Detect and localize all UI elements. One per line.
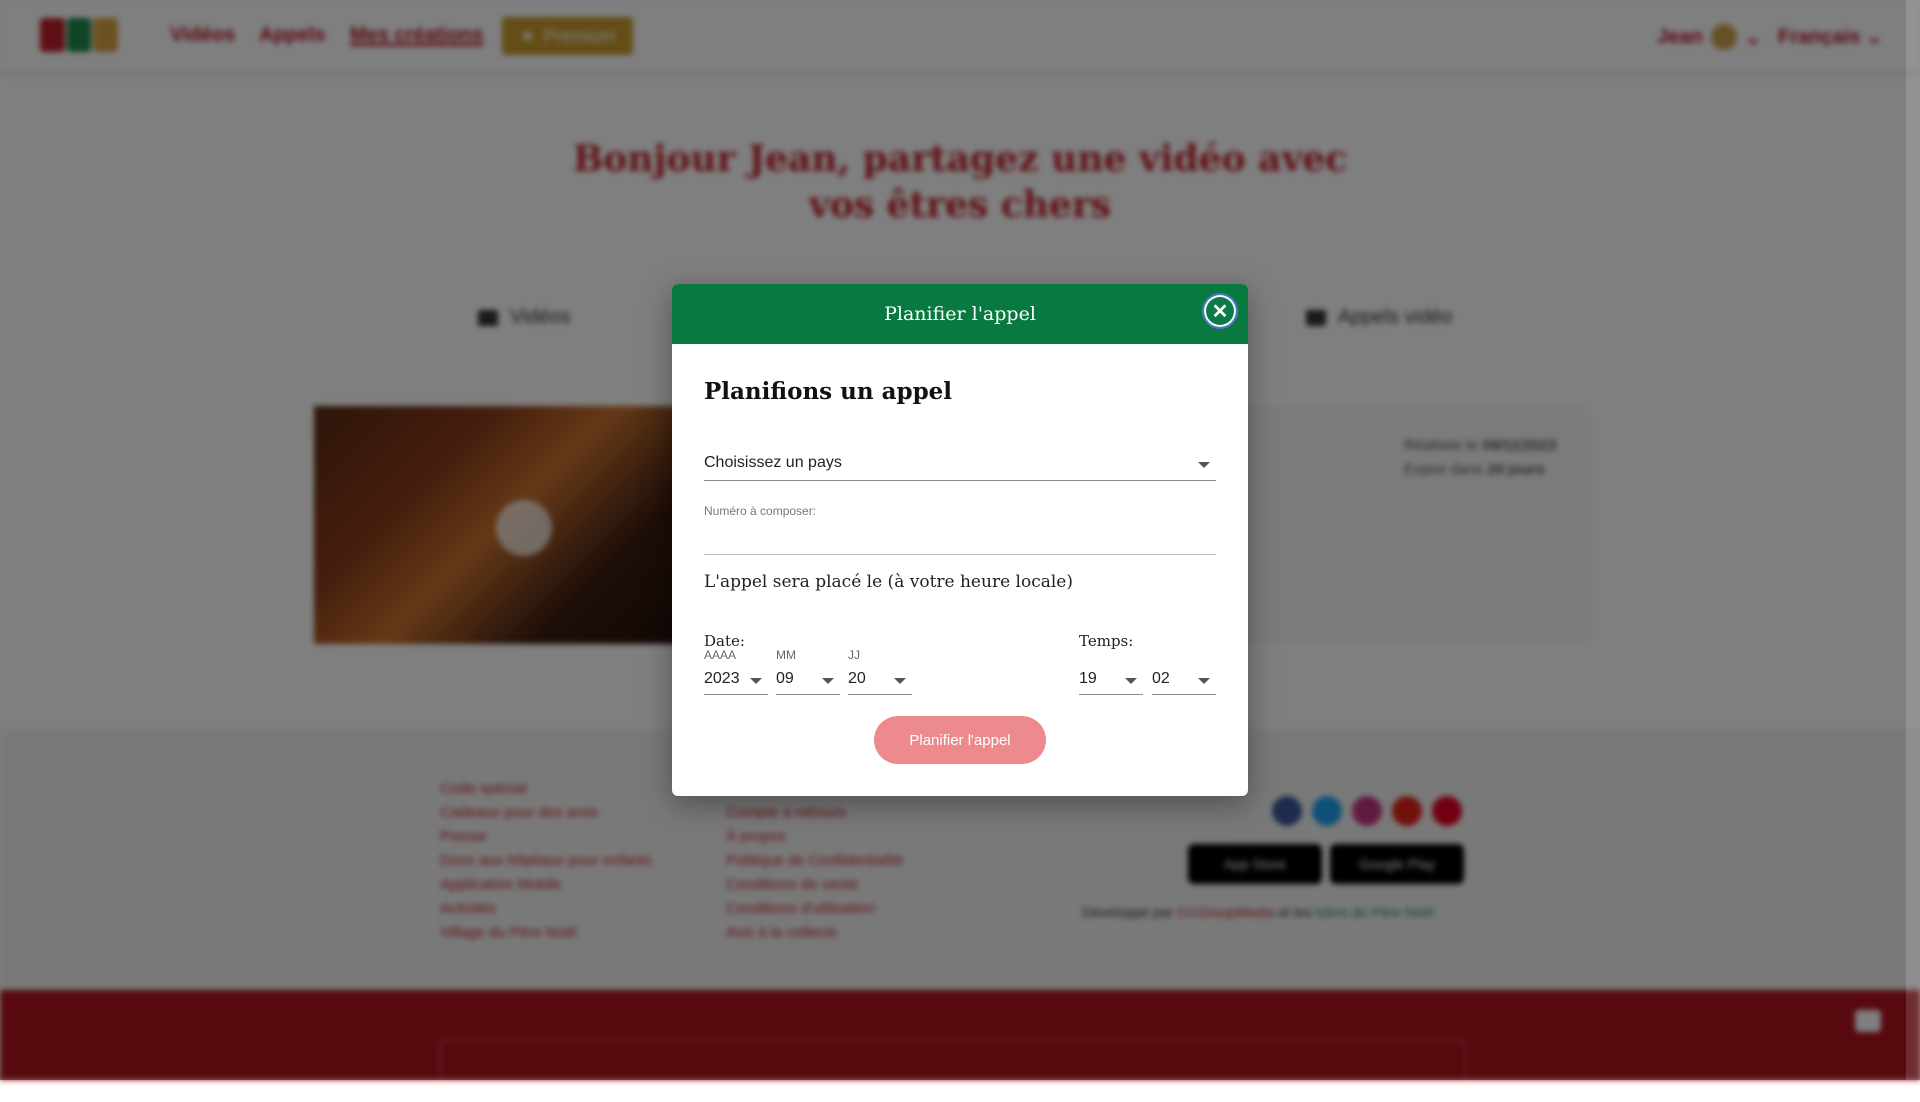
caret-down-icon [1198,678,1210,684]
caret-down-icon [1198,462,1210,468]
country-select[interactable]: Choisissez un pays [704,448,1216,481]
day-label: JJ [848,648,860,662]
number-label: Numéro à composer: [704,504,817,518]
hour-value: 19 [1079,670,1097,687]
close-button[interactable]: ✕ [1202,293,1238,329]
close-icon: ✕ [1211,300,1229,323]
schedule-call-button[interactable]: Planifier l'appel [874,716,1046,764]
time-label: Temps: [1079,632,1134,650]
scrollbar[interactable] [1906,0,1920,1080]
phone-number-input[interactable] [704,524,1216,555]
month-label: MM [776,648,796,662]
country-placeholder: Choisissez un pays [704,454,842,471]
modal-header: Planifier l'appel ✕ [672,284,1248,344]
schedule-heading: L'appel sera placé le (à votre heure loc… [704,572,1073,592]
hour-select[interactable]: 19 [1079,666,1143,695]
caret-down-icon [1125,678,1137,684]
schedule-call-modal: Planifier l'appel ✕ Planifions un appel … [672,284,1248,796]
month-value: 09 [776,670,794,687]
modal-heading: Planifions un appel [704,378,953,405]
modal-title: Planifier l'appel [884,303,1036,325]
month-select[interactable]: 09 [776,666,840,695]
caret-down-icon [750,678,762,684]
year-select[interactable]: 2023 [704,666,768,695]
minute-select[interactable]: 02 [1152,666,1216,695]
caret-down-icon [822,678,834,684]
year-label: AAAA [704,648,737,662]
day-select[interactable]: 20 [848,666,912,695]
year-value: 2023 [704,670,740,687]
day-value: 20 [848,670,866,687]
minute-value: 02 [1152,670,1170,687]
caret-down-icon [894,678,906,684]
